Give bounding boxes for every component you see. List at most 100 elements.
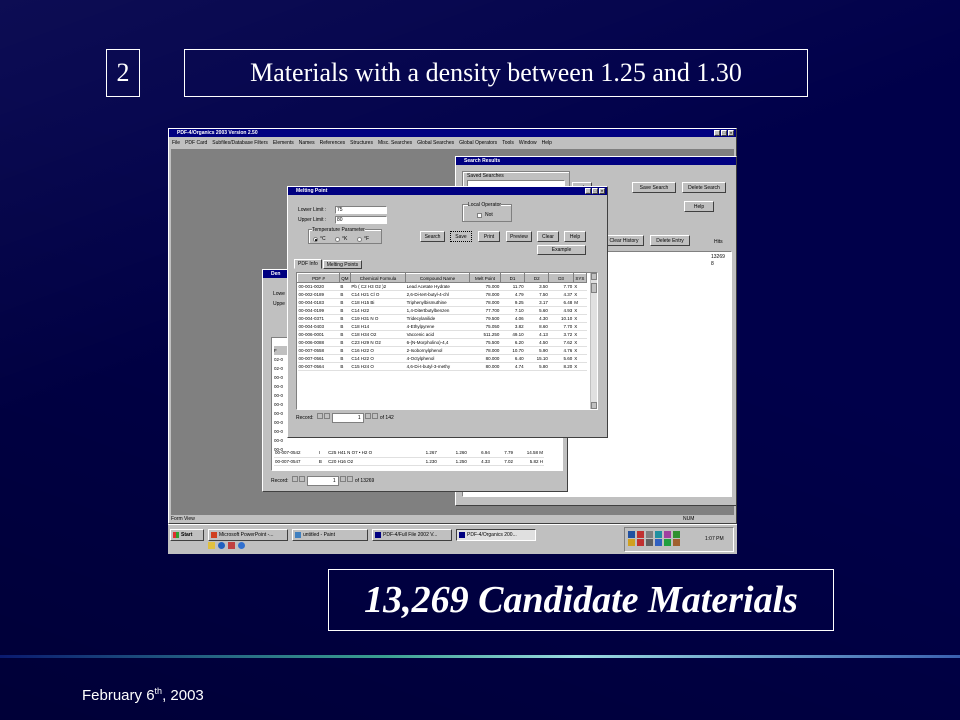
tray-app-icon[interactable] [637,539,644,546]
delete-entry-button[interactable]: Delete Entry [650,235,690,246]
close-button[interactable]: × [599,188,605,194]
next-record-button[interactable] [365,413,372,419]
lower-limit-input[interactable]: 75 [335,206,387,214]
tray-volume-icon[interactable] [646,531,653,538]
col-header-melt[interactable]: Melt Point [469,273,501,283]
menu-item-tools[interactable]: Tools [502,139,514,148]
tray-app-icon[interactable] [664,539,671,546]
col-header-formula[interactable]: Chemical Formula [349,273,407,283]
col-header-name[interactable]: Compound Name [405,273,471,283]
first-record-button[interactable] [316,413,323,419]
outlook-icon[interactable] [228,542,235,549]
scroll-up-arrow[interactable] [591,273,597,280]
tab-melting-points[interactable]: Melting Points [322,260,363,269]
scroll-thumb[interactable] [591,283,597,293]
not-checkbox[interactable] [477,213,482,218]
tray-app-icon[interactable] [655,539,662,546]
example-button[interactable]: Example [537,245,586,255]
table-row[interactable]: 00-006-0088 B C23 H29 N O2 6-(N-Morpholino)… [297,338,587,347]
melting-point-grid[interactable]: PDF # QM Chemical Formula Compound Name … [296,272,598,410]
taskbar-item-pdf-full[interactable]: PDF-4/Full File 2002 V... [372,529,452,541]
fahrenheit-radio[interactable] [357,237,362,242]
minimize-button[interactable]: _ [585,188,591,194]
tray-network-icon[interactable] [628,531,635,538]
last-record-button[interactable] [372,413,379,419]
d2-cell: 7.50 [524,290,549,299]
kelvin-radio[interactable] [335,237,340,242]
menu-item-file[interactable]: File [172,139,180,148]
menu-item-window[interactable]: Window [519,139,537,148]
menu-item-structures[interactable]: Structures [350,139,373,148]
tray-app-icon[interactable] [628,539,635,546]
table-row[interactable]: 00-004-0403 B C18 H14 4-Ethylpyrene 75.050 3.… [297,322,587,331]
table-row[interactable]: 00-004-0199 B C14 H22 1,4-Ditertbutylbenzen… [297,306,587,315]
menu-item-global-operators[interactable]: Global Operators [459,139,497,148]
upper-limit-input[interactable]: 80 [335,216,387,224]
help-button[interactable]: Help [684,201,714,212]
menu-item-help[interactable]: Help [542,139,552,148]
close-button[interactable]: × [728,130,734,136]
search-button[interactable]: Search [420,231,445,242]
table-row[interactable]: 00-006-0001 B C18 H34 O2 Vaccenic acid 511.2… [297,330,587,339]
tray-app-icon[interactable] [655,531,662,538]
compound-name-cell: 4,6-Di-t-butyl-3-methy [405,362,470,371]
minimize-button[interactable]: _ [714,130,720,136]
col-header-d1[interactable]: D1 [499,273,526,283]
menu-item-global-searches[interactable]: Global Searches [417,139,454,148]
tray-app-icon[interactable] [673,531,680,538]
start-button[interactable]: Start [170,529,204,541]
celsius-radio[interactable] [313,237,318,242]
prev-record-button[interactable] [299,476,306,482]
taskbar-item-paint[interactable]: untitled - Paint [292,529,368,541]
table-row[interactable]: 00-007-0561 B C14 H22 O 4-Octylphenol 80.000… [297,354,587,363]
clear-button[interactable]: Clear [537,231,559,242]
clear-history-button[interactable]: Clear History [604,235,644,246]
table-row[interactable]: 00-001-0020 B Pb ( C2 H3 O2 )2 Lead Acetate… [297,282,587,291]
ie-icon[interactable] [238,542,245,549]
save-button[interactable]: Save [450,231,472,242]
tray-antivirus-icon[interactable] [637,531,644,538]
taskbar-item-powerpoint[interactable]: Microsoft PowerPoint -... [208,529,288,541]
tab-pdf-info[interactable]: PDF Info [294,259,322,269]
table-row[interactable]: 00-007-0542 I C25 H41 N O7 • H2 O 1.267 … [274,449,544,458]
help-button[interactable]: Help [564,231,586,242]
menu-item-misc-searches[interactable]: Misc. Searches [378,139,412,148]
menu-item-elements[interactable]: Elements [273,139,294,148]
delete-search-button[interactable]: Delete Search [682,182,726,193]
menu-item-subfiles[interactable]: Subfiles/Database Filters [212,139,268,148]
col-header-d2[interactable]: D2 [524,273,550,283]
save-search-button[interactable]: Save Search [632,182,676,193]
table-row[interactable]: 00-007-0547 B C20 H16 O2 1.230 1.250 4.3… [274,457,544,466]
tray-app-icon[interactable] [673,539,680,546]
maximize-button[interactable]: □ [721,130,727,136]
print-button[interactable]: Print [478,231,500,242]
col-header-qm[interactable]: QM [338,273,351,283]
table-row[interactable]: 00-007-0558 B C16 H22 O 2-Isobornylphenol 78… [297,346,587,355]
record-number-field[interactable]: 1 [306,476,339,486]
record-number-field[interactable]: 1 [331,413,364,423]
app-screenshot: PDF-4/Organics 2003 Version 2.50 _ □ × F… [168,128,737,554]
col-header-d3[interactable]: D3 [548,273,574,283]
maximize-button[interactable]: □ [592,188,598,194]
next-record-button[interactable] [340,476,347,482]
preview-button[interactable]: Preview [506,231,532,242]
show-desktop-icon[interactable] [208,542,215,549]
tray-app-icon[interactable] [646,539,653,546]
table-row[interactable]: 00-007-0564 B C15 H24 O 4,6-Di-t-butyl-3-me… [297,362,587,371]
last-record-button[interactable] [347,476,354,482]
menu-item-names[interactable]: Names [299,139,315,148]
tray-app-icon[interactable] [664,531,671,538]
menu-item-references[interactable]: References [320,139,346,148]
table-row[interactable]: 00-004-0183 B C18 H15 Bi Triphenylbismuthin… [297,298,587,307]
table-row[interactable]: 00-002-0189 B C14 H21 Cl O 2,6-Di-tert-buty… [297,290,587,299]
vertical-scrollbar[interactable] [590,273,597,409]
first-record-button[interactable] [291,476,298,482]
table-row[interactable]: 00-004-0371 B C19 H31 N O Tridecylanilide 79… [297,314,587,323]
menu-item-pdf-card[interactable]: PDF Card [185,139,207,148]
browser-icon[interactable] [218,542,225,549]
taskbar-item-pdf-organics[interactable]: PDF-4/Organics 200... [456,529,536,541]
col-header-pdf[interactable]: PDF # [297,273,340,283]
col-header-sys[interactable]: SYS [572,273,588,283]
scroll-down-arrow[interactable] [591,402,597,409]
prev-record-button[interactable] [324,413,331,419]
